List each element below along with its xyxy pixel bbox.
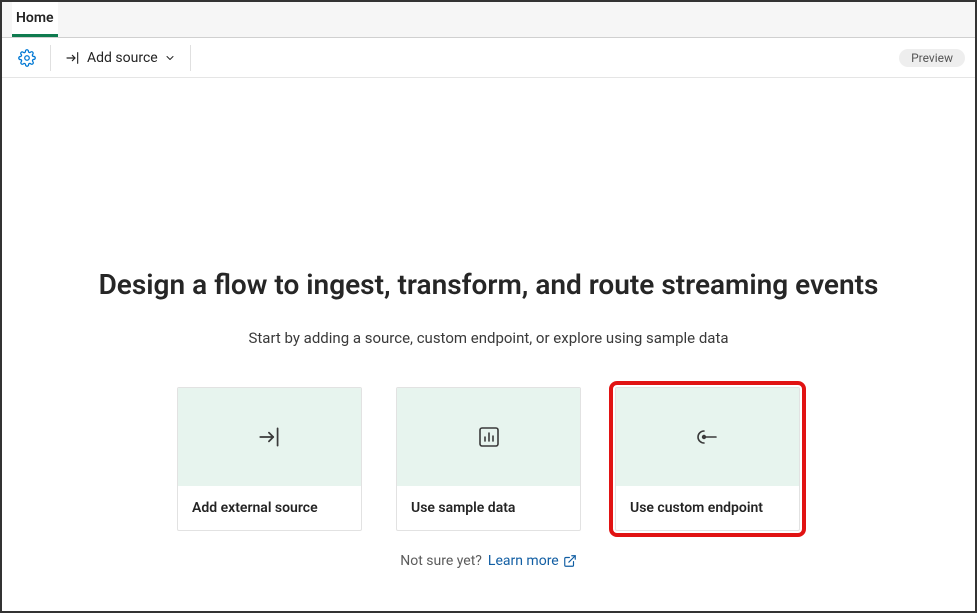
hero-subtitle: Start by adding a source, custom endpoin… <box>248 329 728 347</box>
card-label: Use custom endpoint <box>616 486 799 530</box>
card-label: Use sample data <box>397 486 580 530</box>
toolbar-divider <box>190 45 191 71</box>
gear-icon <box>18 49 36 67</box>
hero-title: Design a flow to ingest, transform, and … <box>99 268 879 301</box>
card-use-sample-data[interactable]: Use sample data <box>396 387 581 531</box>
chevron-down-icon <box>164 52 176 64</box>
card-icon-area <box>397 388 580 486</box>
preview-badge-label: Preview <box>911 51 953 65</box>
card-icon-area <box>616 388 799 486</box>
tab-strip: Home <box>2 2 975 38</box>
tab-home-label: Home <box>16 10 54 26</box>
external-link-icon <box>563 554 577 568</box>
endpoint-icon <box>696 425 720 449</box>
settings-button[interactable] <box>12 43 42 73</box>
command-bar: Add source Preview <box>2 38 975 78</box>
add-source-button[interactable]: Add source <box>59 43 182 73</box>
card-icon-area <box>178 388 361 486</box>
add-source-label: Add source <box>87 50 158 66</box>
hero: Design a flow to ingest, transform, and … <box>2 78 975 569</box>
card-add-external-source[interactable]: Add external source <box>177 387 362 531</box>
card-label: Add external source <box>178 486 361 530</box>
learn-more-row: Not sure yet? Learn more <box>400 553 576 569</box>
enter-icon <box>65 50 81 66</box>
learn-more-prompt: Not sure yet? <box>400 553 482 569</box>
toolbar-divider <box>50 45 51 71</box>
card-use-custom-endpoint[interactable]: Use custom endpoint <box>615 387 800 531</box>
enter-icon <box>257 424 283 450</box>
preview-badge: Preview <box>899 49 965 67</box>
tab-home[interactable]: Home <box>12 2 58 37</box>
bar-chart-icon <box>477 425 501 449</box>
learn-more-link-label: Learn more <box>488 553 559 569</box>
cards-row: Add external source Use sample data <box>177 387 800 531</box>
learn-more-link[interactable]: Learn more <box>488 553 577 569</box>
